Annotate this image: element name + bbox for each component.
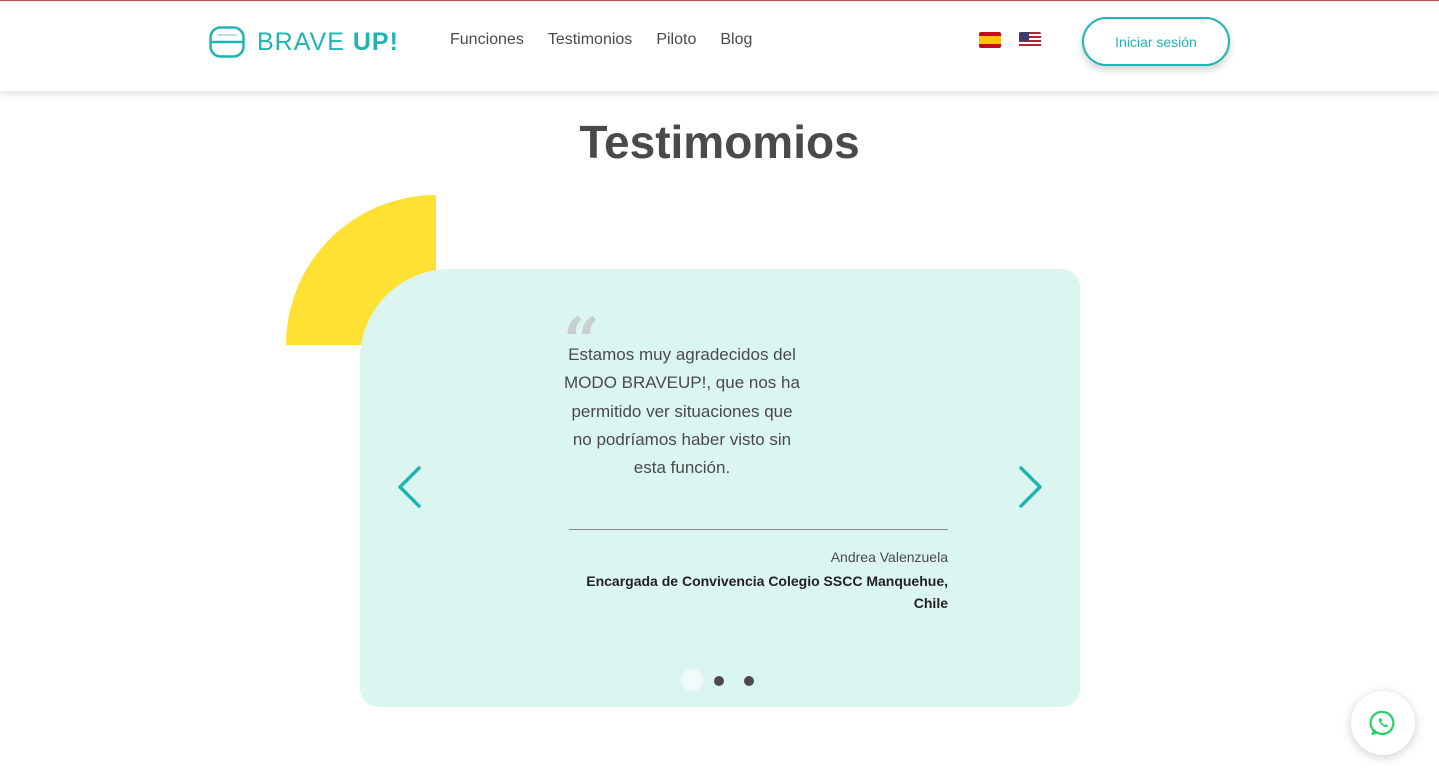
testimonial-text: Estamos muy agradecidos del MODO BRAVEUP… (564, 345, 800, 478)
carousel-next-button[interactable] (1015, 465, 1045, 509)
carousel-dot-2[interactable] (714, 676, 724, 686)
nav-funciones[interactable]: Funciones (450, 31, 524, 49)
whatsapp-button[interactable] (1351, 691, 1415, 755)
logo-text: BRAVE UP! (257, 27, 399, 56)
es-flag-icon[interactable] (979, 32, 1001, 48)
brand-logo[interactable]: BRAVE UP! (209, 26, 399, 58)
chevron-right-icon (1019, 466, 1042, 508)
logo-icon (209, 26, 245, 58)
author-name: Andrea Valenzuela (830, 549, 948, 565)
main-nav: Funciones Testimonios Piloto Blog (450, 31, 752, 49)
carousel-prev-button[interactable] (395, 465, 425, 509)
testimonial-card (360, 269, 1080, 707)
login-button[interactable]: Iniciar sesión (1082, 17, 1230, 66)
nav-piloto[interactable]: Piloto (656, 31, 696, 49)
divider (569, 529, 948, 530)
navbar: BRAVE UP! Funciones Testimonios Piloto B… (0, 1, 1439, 91)
whatsapp-icon (1369, 710, 1395, 736)
carousel-dot-3[interactable] (744, 676, 754, 686)
us-flag-icon[interactable] (1019, 32, 1041, 48)
nav-testimonios[interactable]: Testimonios (548, 31, 632, 49)
nav-blog[interactable]: Blog (720, 31, 752, 49)
section-title: Testimomios (579, 116, 860, 168)
chevron-left-icon (398, 466, 421, 508)
author-role: Encargada de Convivencia Colegio SSCC Ma… (586, 573, 948, 611)
carousel-dot-1[interactable] (681, 669, 703, 691)
